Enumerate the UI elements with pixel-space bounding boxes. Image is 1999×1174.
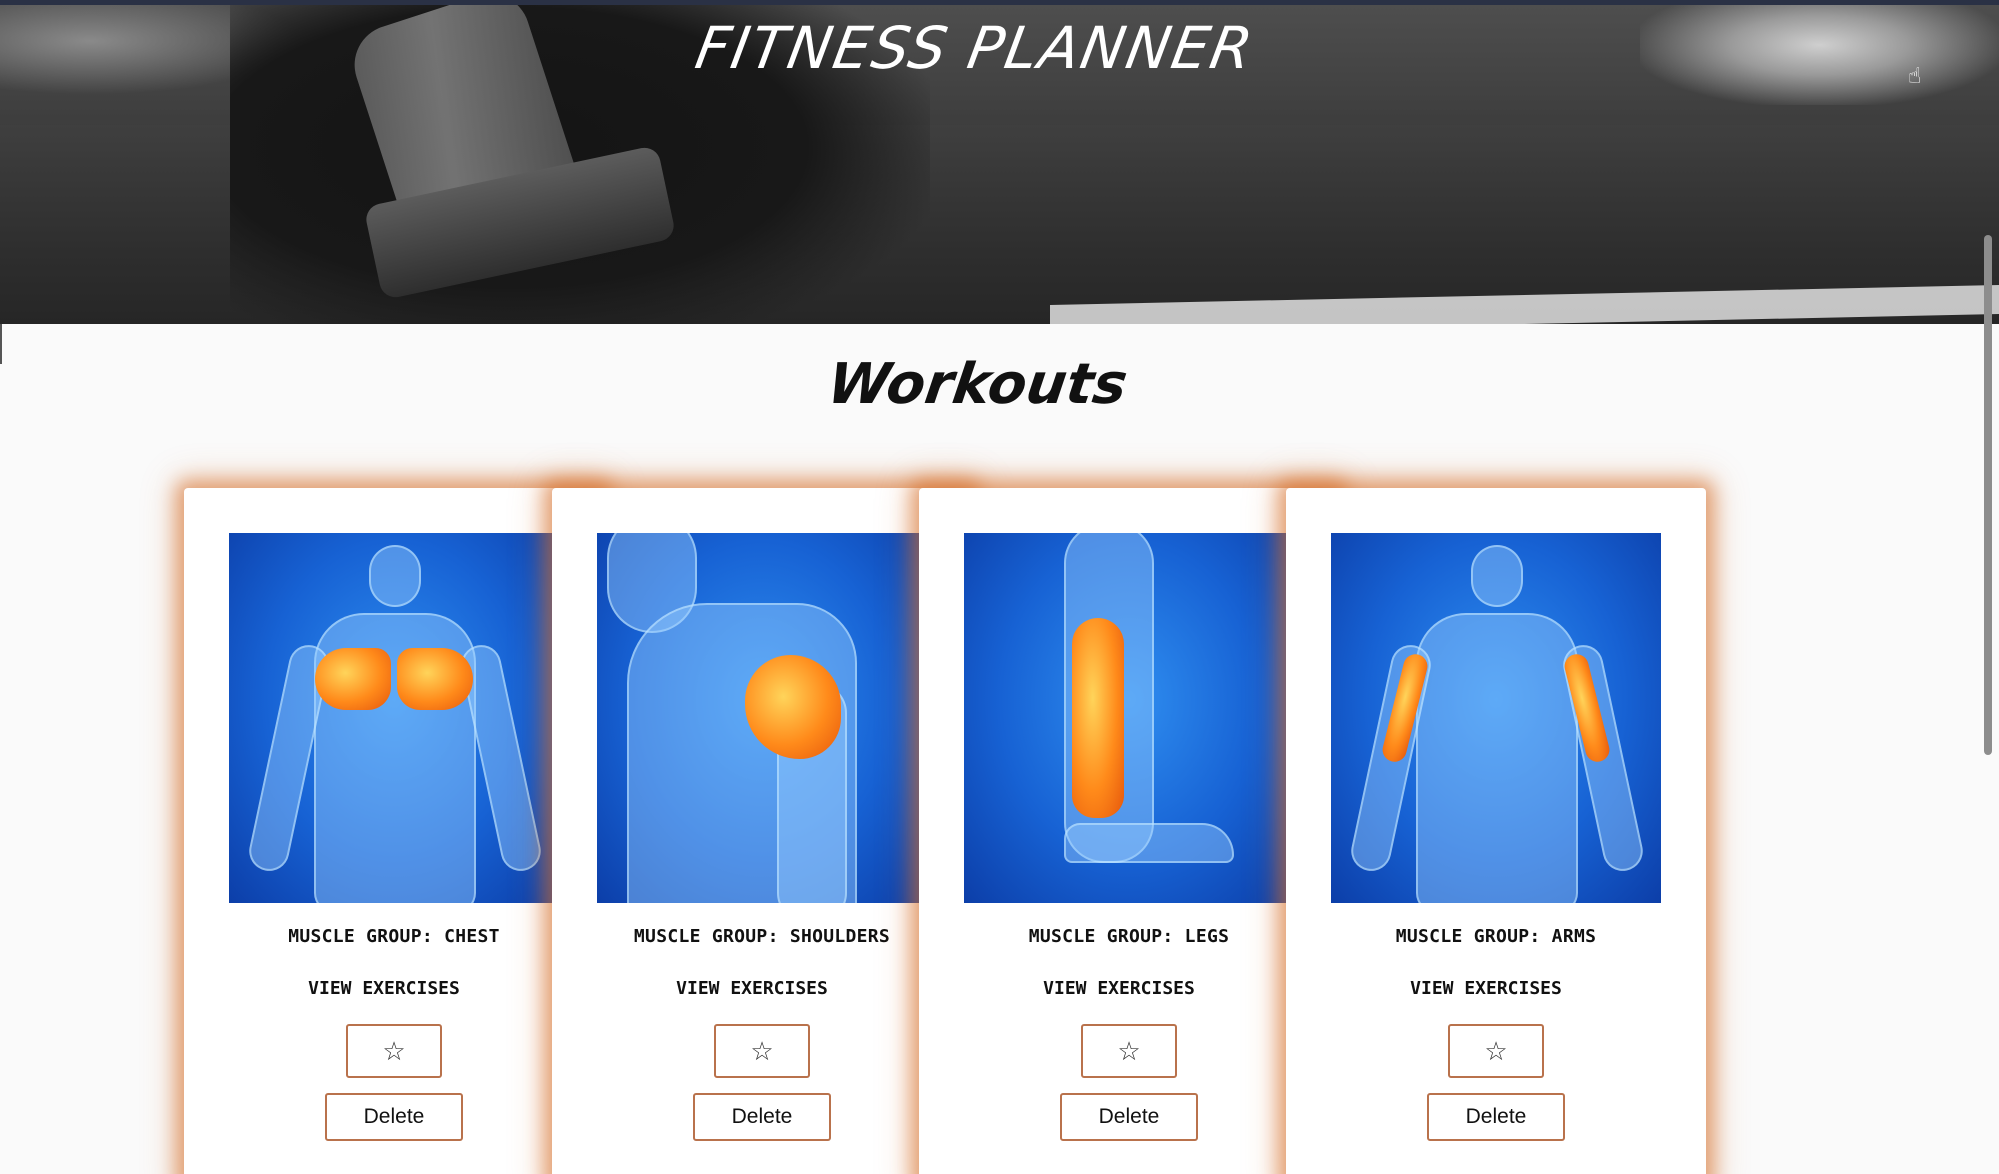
- workout-card-chest: MUSCLE GROUP: CHEST VIEW EXERCISES ☆ Del…: [184, 488, 604, 1174]
- star-icon: ☆: [750, 1035, 774, 1066]
- site-title: FITNESS PLANNER: [690, 14, 1260, 82]
- chest-anatomy-image: [229, 533, 559, 903]
- star-icon: ☆: [1484, 1035, 1508, 1066]
- delete-button[interactable]: Delete: [1427, 1093, 1565, 1141]
- muscle-group-label: MUSCLE GROUP: LEGS: [1028, 926, 1230, 947]
- delete-button[interactable]: Delete: [1060, 1093, 1198, 1141]
- muscle-group-label: MUSCLE GROUP: CHEST: [288, 926, 500, 947]
- delete-button[interactable]: Delete: [693, 1093, 831, 1141]
- view-exercises-link[interactable]: VIEW EXERCISES: [919, 978, 1319, 999]
- star-icon: ☆: [1117, 1035, 1141, 1066]
- favorite-star-button[interactable]: ☆: [1081, 1024, 1177, 1078]
- view-exercises-link[interactable]: VIEW EXERCISES: [184, 978, 584, 999]
- workout-card-shoulders: MUSCLE GROUP: SHOULDERS VIEW EXERCISES ☆…: [552, 488, 972, 1174]
- workout-card-legs: MUSCLE GROUP: LEGS VIEW EXERCISES ☆ Dele…: [919, 488, 1339, 1174]
- leg-anatomy-image: [964, 533, 1294, 903]
- star-icon: ☆: [382, 1035, 406, 1066]
- view-exercises-link[interactable]: VIEW EXERCISES: [552, 978, 952, 999]
- delete-button[interactable]: Delete: [325, 1093, 463, 1141]
- favorite-star-button[interactable]: ☆: [1448, 1024, 1544, 1078]
- hand-cursor-icon: ☝: [1908, 64, 1922, 89]
- section-title-workouts: Workouts: [823, 352, 1132, 417]
- muscle-group-label: MUSCLE GROUP: SHOULDERS: [633, 926, 891, 947]
- muscle-group-label: MUSCLE GROUP: ARMS: [1395, 926, 1597, 947]
- workout-card-arms: MUSCLE GROUP: ARMS VIEW EXERCISES ☆ Dele…: [1286, 488, 1706, 1174]
- favorite-star-button[interactable]: ☆: [714, 1024, 810, 1078]
- view-exercises-link[interactable]: VIEW EXERCISES: [1286, 978, 1686, 999]
- shoulder-anatomy-image: [597, 533, 927, 903]
- scrollbar[interactable]: [1984, 235, 1992, 755]
- arm-anatomy-image: [1331, 533, 1661, 903]
- favorite-star-button[interactable]: ☆: [346, 1024, 442, 1078]
